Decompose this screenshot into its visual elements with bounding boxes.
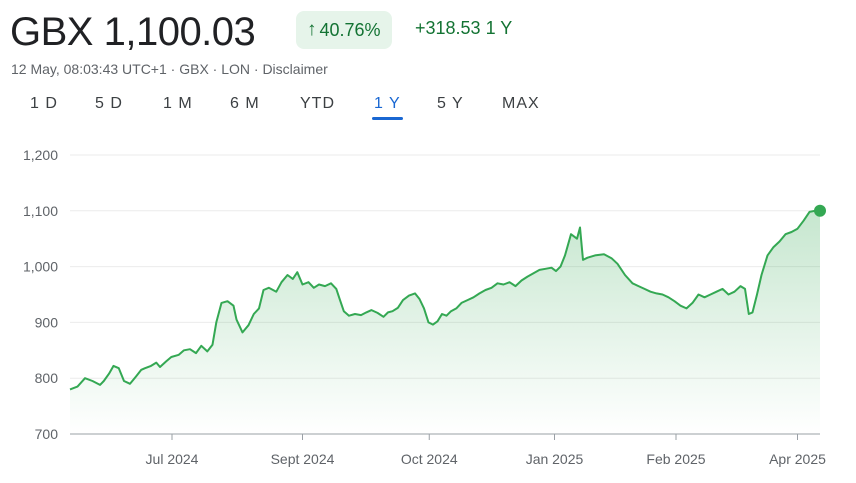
- x-tick-label: Jul 2024: [146, 451, 199, 467]
- y-tick-label: 1,100: [23, 203, 58, 219]
- y-tick-label: 1,000: [23, 259, 58, 275]
- x-tick-label: Feb 2025: [646, 451, 705, 467]
- y-tick-label: 800: [35, 370, 59, 386]
- arrow-up-icon: ↑: [307, 19, 317, 40]
- change-percent-value: 40.76%: [319, 19, 381, 40]
- y-tick-label: 700: [35, 426, 59, 442]
- x-tick-label: Apr 2025: [769, 451, 826, 467]
- change-percent-chip: ↑ 40.76%: [296, 11, 392, 49]
- x-tick-label: Sept 2024: [271, 451, 335, 467]
- last-price-dot[interactable]: [814, 204, 826, 217]
- price-value: GBX 1,100.03: [10, 10, 256, 54]
- tab-max[interactable]: MAX: [502, 92, 540, 116]
- x-axis: Jul 2024 Sept 2024 Oct 2024 Jan 2025 Feb 202…: [146, 434, 826, 467]
- quote-meta: 12 May, 08:03:43 UTC+1 · GBX · LON · Dis…: [11, 61, 328, 77]
- x-tick-label: Oct 2024: [401, 451, 458, 467]
- x-tick-label: Jan 2025: [526, 451, 584, 467]
- change-absolute-value: +318.53 1 Y: [415, 18, 513, 38]
- tab-5d[interactable]: 5 D: [95, 92, 123, 116]
- tab-1d[interactable]: 1 D: [30, 92, 58, 116]
- y-axis: 700 800 900 1,000 1,100 1,200: [23, 147, 58, 442]
- tab-1m[interactable]: 1 M: [163, 92, 193, 116]
- price-chart[interactable]: 700 800 900 1,000 1,100 1,200 Jul 2024 Sept 20…: [0, 140, 856, 483]
- tab-ytd[interactable]: YTD: [300, 92, 335, 116]
- tab-6m[interactable]: 6 M: [230, 92, 260, 116]
- y-tick-label: 1,200: [23, 147, 58, 163]
- tab-5y[interactable]: 5 Y: [437, 92, 464, 116]
- tab-1y[interactable]: 1 Y: [372, 92, 403, 120]
- y-tick-label: 900: [35, 314, 59, 330]
